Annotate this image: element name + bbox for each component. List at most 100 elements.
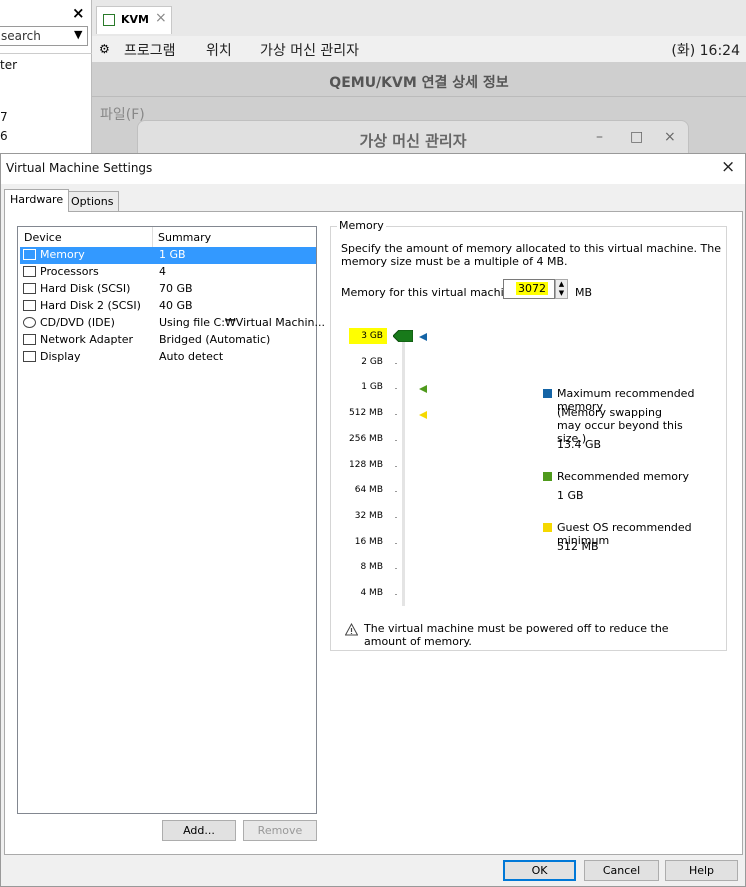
tab-close-icon[interactable]: × <box>155 10 167 26</box>
tab-kvm-label: KVM <box>121 13 149 26</box>
device-name: CD/DVD (IDE) <box>40 316 115 329</box>
scale-label: 8 MB <box>360 562 383 573</box>
help-button[interactable]: Help <box>665 860 738 881</box>
minimize-button[interactable]: – <box>596 129 603 145</box>
spin-up-icon[interactable]: ▲ <box>556 280 567 289</box>
memory-slider-track[interactable] <box>402 337 405 606</box>
chevron-down-icon[interactable]: ▼ <box>74 28 82 41</box>
device-list[interactable]: Device Summary Memory 1 GB Processors 4 … <box>17 226 325 814</box>
library-search-input[interactable]: search ▼ <box>0 26 88 46</box>
tab-hardware[interactable]: Hardware <box>4 189 70 212</box>
library-item[interactable]: ter <box>0 58 17 72</box>
device-row-display[interactable]: Display Auto detect <box>20 349 316 366</box>
scale-label: 512 MB <box>349 408 383 419</box>
display-icon <box>23 351 36 362</box>
library-item[interactable]: 7 <box>0 110 8 124</box>
scale-label: 64 MB <box>354 485 383 496</box>
device-summary: 40 GB <box>159 299 193 312</box>
scale-label: 256 MB <box>349 433 383 444</box>
scale-tick <box>395 414 397 416</box>
device-name: Hard Disk 2 (SCSI) <box>40 299 141 312</box>
divider <box>0 53 92 54</box>
scale-tick <box>395 516 397 518</box>
scale-tick <box>395 362 397 364</box>
menu-vm-manager[interactable]: 가상 머신 관리자 <box>260 40 359 60</box>
tab-options[interactable]: Options <box>65 191 120 211</box>
device-row-cd-dvd[interactable]: CD/DVD (IDE) Using file C:₩Virtual Machi… <box>20 315 325 332</box>
close-button[interactable]: × <box>664 129 676 145</box>
library-item[interactable]: 6 <box>0 129 8 143</box>
device-summary: 1 GB <box>159 248 186 261</box>
device-summary: Using file C:₩Virtual Machin... <box>159 316 326 329</box>
scale-tick <box>395 388 397 390</box>
device-row-memory[interactable]: Memory 1 GB <box>20 247 316 264</box>
power-off-warning: The virtual machine must be powered off … <box>364 622 669 648</box>
guest-min-legend-swatch <box>543 523 552 532</box>
vm-icon <box>103 14 115 26</box>
dialog-close-button[interactable]: × <box>721 157 735 177</box>
device-name: Memory <box>40 248 85 261</box>
remove-button[interactable]: Remove <box>243 820 317 841</box>
processor-icon <box>23 266 36 277</box>
recommended-title: Recommended memory <box>557 470 690 483</box>
device-summary: Auto detect <box>159 350 224 363</box>
menu-places[interactable]: 위치 <box>206 40 232 60</box>
library-close-button[interactable]: × <box>72 4 85 22</box>
hardware-tab-panel: Device Summary Memory 1 GB Processors 4 … <box>4 211 743 855</box>
column-header-device[interactable]: Device <box>24 231 62 244</box>
maximize-button[interactable]: □ <box>630 129 643 145</box>
scale-label: 4 MB <box>360 588 383 598</box>
vm-manager-title: 가상 머신 관리자 <box>359 132 467 150</box>
ok-button[interactable]: OK <box>503 860 576 881</box>
max-recommended-value: 13.4 GB <box>557 438 602 451</box>
device-summary: Bridged (Automatic) <box>159 333 271 346</box>
library-search-text: search <box>1 29 41 43</box>
dialog-title: Virtual Machine Settings <box>6 161 153 175</box>
scale-tick <box>395 568 397 570</box>
network-adapter-icon <box>23 334 36 345</box>
device-row-hard-disk-2[interactable]: Hard Disk 2 (SCSI) 40 GB <box>20 298 316 315</box>
scale-tick <box>395 465 397 467</box>
recommended-legend-swatch <box>543 472 552 481</box>
scale-tick <box>395 491 397 493</box>
scale-tick <box>395 594 397 595</box>
hard-disk-icon <box>23 300 36 311</box>
cancel-button[interactable]: Cancel <box>584 860 659 881</box>
device-row-processors[interactable]: Processors 4 <box>20 264 316 281</box>
device-row-network-adapter[interactable]: Network Adapter Bridged (Automatic) <box>20 332 316 349</box>
memory-icon <box>23 249 36 260</box>
memory-spinner[interactable]: ▲ ▼ <box>555 279 568 299</box>
memory-unit: MB <box>575 286 593 299</box>
spin-down-icon[interactable]: ▼ <box>556 289 567 298</box>
menu-file[interactable]: 파일(F) <box>100 104 145 124</box>
add-button[interactable]: Add... <box>162 820 236 841</box>
recommended-marker <box>419 385 427 393</box>
app-icon: ⚙ <box>99 42 110 56</box>
memory-description: Specify the amount of memory allocated t… <box>341 242 721 268</box>
memory-size-value: 3072 <box>516 282 548 295</box>
max-recommended-marker <box>419 333 427 341</box>
max-recommended-legend-swatch <box>543 389 552 398</box>
device-row-hard-disk[interactable]: Hard Disk (SCSI) 70 GB <box>20 281 316 298</box>
cd-dvd-icon <box>23 317 36 328</box>
dialog-titlebar: Virtual Machine Settings × <box>1 154 745 184</box>
column-header-summary[interactable]: Summary <box>158 231 211 244</box>
clock[interactable]: (화) 16:24 <box>671 40 740 60</box>
tab-kvm[interactable]: KVM × <box>96 6 172 34</box>
scale-label: 16 MB <box>354 536 383 547</box>
memory-slider-handle[interactable] <box>393 330 413 342</box>
library-panel: × search ▼ ter 7 6 <box>0 0 92 160</box>
device-summary: 70 GB <box>159 282 193 295</box>
scale-tick <box>395 439 397 441</box>
memory-field-label: Memory for this virtual machine: <box>341 286 522 299</box>
column-separator[interactable] <box>152 227 153 247</box>
warning-icon <box>345 623 358 636</box>
scale-label: 1 GB <box>361 382 383 393</box>
memory-size-input[interactable]: 3072 <box>503 279 555 299</box>
device-summary: 4 <box>159 265 166 278</box>
qemu-window-title: QEMU/KVM 연결 상세 정보 <box>329 75 509 91</box>
guest-min-marker <box>419 411 427 419</box>
scale-tick <box>395 542 397 544</box>
menu-programs[interactable]: 프로그램 <box>124 40 176 60</box>
guest-min-value: 512 MB <box>557 540 599 553</box>
